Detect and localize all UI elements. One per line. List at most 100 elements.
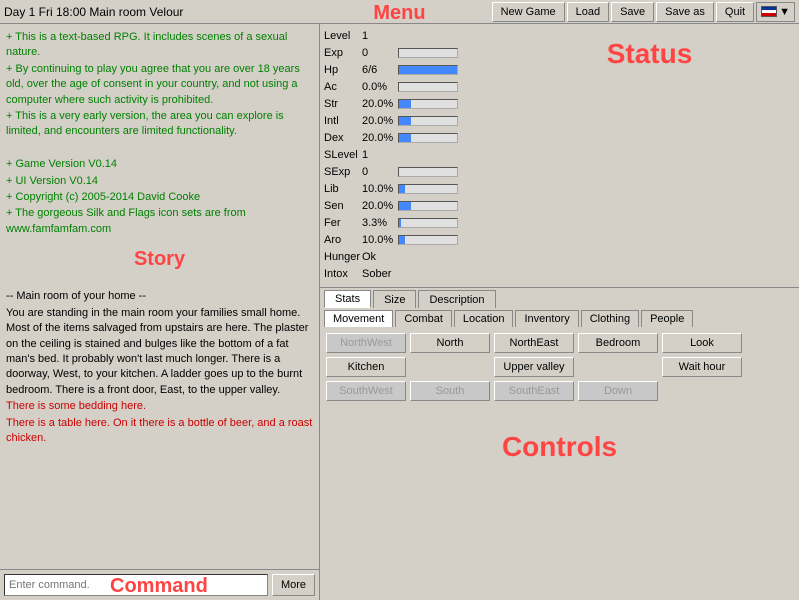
stat-label: Aro — [324, 234, 362, 246]
stat-value: 20.0% — [362, 98, 398, 110]
char-tabs: StatsSizeDescription — [320, 288, 799, 308]
stat-bar — [399, 185, 405, 193]
controls-label: Controls — [320, 431, 799, 463]
char-tab-size[interactable]: Size — [373, 290, 416, 308]
stat-value: 20.0% — [362, 115, 398, 127]
story-line: + This is a very early version, the area… — [6, 109, 313, 140]
stat-bar-container — [398, 218, 458, 228]
story-line: + UI Version V0.14 — [6, 174, 313, 189]
language-button[interactable]: ▼ — [756, 2, 795, 22]
ctrl-tab-inventory[interactable]: Inventory — [515, 310, 578, 327]
stat-bar-container — [398, 167, 458, 177]
stat-value: 20.0% — [362, 132, 398, 144]
movement-row: Kitchen Upper valley Wait hour — [326, 357, 793, 377]
ctrl-tab-location[interactable]: Location — [454, 310, 514, 327]
stat-row: Lib10.0% — [324, 181, 504, 197]
story-line: + By continuing to play you agree that y… — [6, 62, 313, 108]
stat-bar-container — [398, 184, 458, 194]
move-btn-upper-valley[interactable]: Upper valley — [494, 357, 574, 377]
move-btn-southwest: SouthWest — [326, 381, 406, 401]
stat-row: Fer3.3% — [324, 215, 504, 231]
stat-bar-container — [398, 235, 458, 245]
stat-row: Level1 — [324, 28, 504, 44]
stat-row: Str20.0% — [324, 96, 504, 112]
story-line — [6, 141, 313, 156]
ctrl-tab-people[interactable]: People — [641, 310, 693, 327]
stat-row: Exp0 — [324, 45, 504, 61]
story-line — [6, 273, 313, 288]
quit-button[interactable]: Quit — [716, 2, 754, 22]
load-button[interactable]: Load — [567, 2, 609, 22]
save-as-button[interactable]: Save as — [656, 2, 714, 22]
move-btn-down: Down — [578, 381, 658, 401]
char-tab-description[interactable]: Description — [418, 290, 495, 308]
move-btn-kitchen[interactable]: Kitchen — [326, 357, 406, 377]
story-lines: + This is a text-based RPG. It includes … — [6, 30, 313, 237]
stat-value: 0 — [362, 166, 398, 178]
move-btn-wait-hour[interactable]: Wait hour — [662, 357, 742, 377]
status-label: Status — [607, 38, 693, 70]
stat-row: SLevel1 — [324, 147, 504, 163]
stat-bar — [399, 134, 411, 142]
stat-row: SExp0 — [324, 164, 504, 180]
command-input[interactable] — [4, 574, 268, 596]
story-line: + Copyright (c) 2005-2014 David Cooke — [6, 190, 313, 205]
status-panel: Status — [504, 28, 795, 283]
stat-label: Hunger — [324, 251, 362, 263]
stat-bar-container — [398, 82, 458, 92]
stat-bar-container — [398, 133, 458, 143]
movement-row: NorthWestNorthNorthEastBedroomLook — [326, 333, 793, 353]
stat-label: Exp — [324, 47, 362, 59]
stat-value: 0 — [362, 47, 398, 59]
save-button[interactable]: Save — [611, 2, 654, 22]
move-btn-south: South — [410, 381, 490, 401]
stat-bar-container — [398, 201, 458, 211]
title-text: Day 1 Fri 18:00 Main room Velour — [4, 5, 490, 19]
story-line: There is some bedding here. — [6, 399, 313, 414]
stat-label: Ac — [324, 81, 362, 93]
stat-label: Dex — [324, 132, 362, 144]
move-btn-bedroom[interactable]: Bedroom — [578, 333, 658, 353]
story-area: + This is a text-based RPG. It includes … — [0, 24, 319, 569]
stat-value: 20.0% — [362, 200, 398, 212]
story-line: + The gorgeous Silk and Flags icon sets … — [6, 206, 313, 237]
ctrl-tab-combat[interactable]: Combat — [395, 310, 452, 327]
move-btn-northwest: NorthWest — [326, 333, 406, 353]
movement-grid: NorthWestNorthNorthEastBedroomLook Kitche… — [320, 327, 799, 411]
stat-label: Intl — [324, 115, 362, 127]
stat-bar — [399, 117, 411, 125]
stat-value: 10.0% — [362, 183, 398, 195]
stat-label: Hp — [324, 64, 362, 76]
ctrl-tab-clothing[interactable]: Clothing — [581, 310, 639, 327]
stat-bar — [399, 219, 401, 227]
stat-value: Ok — [362, 251, 398, 263]
control-tabs: MovementCombatLocationInventoryClothingP… — [320, 308, 799, 327]
move-btn-northeast[interactable]: NorthEast — [494, 333, 574, 353]
movement-row: SouthWestSouthSouthEastDown — [326, 381, 793, 401]
stat-row: Dex20.0% — [324, 130, 504, 146]
stat-label: Str — [324, 98, 362, 110]
stat-bar-container — [398, 48, 458, 58]
stats-grid: Level1Exp0Hp6/6Ac0.0%Str20.0%Intl20.0%De… — [324, 28, 504, 283]
stat-label: Intox — [324, 268, 362, 280]
stat-bar-container — [398, 65, 458, 75]
more-button[interactable]: More — [272, 574, 315, 596]
char-tab-stats[interactable]: Stats — [324, 290, 371, 308]
new-game-button[interactable]: New Game — [492, 2, 565, 22]
move-btn-north[interactable]: North — [410, 333, 490, 353]
stat-row: IntoxSober — [324, 266, 504, 282]
stat-value: 1 — [362, 149, 398, 161]
ctrl-tab-movement[interactable]: Movement — [324, 310, 393, 327]
dropdown-arrow: ▼ — [779, 6, 790, 18]
story-lines: -- Main room of your home --You are stan… — [6, 273, 313, 446]
stat-bar — [399, 236, 405, 244]
stat-bar-container — [398, 99, 458, 109]
story-section-label: Story — [6, 245, 313, 273]
stat-value: Sober — [362, 268, 398, 280]
stat-value: 0.0% — [362, 81, 398, 93]
story-line: You are standing in the main room your f… — [6, 306, 313, 398]
stat-value: 3.3% — [362, 217, 398, 229]
move-btn-look[interactable]: Look — [662, 333, 742, 353]
stat-row: Sen20.0% — [324, 198, 504, 214]
stat-bar — [399, 202, 411, 210]
